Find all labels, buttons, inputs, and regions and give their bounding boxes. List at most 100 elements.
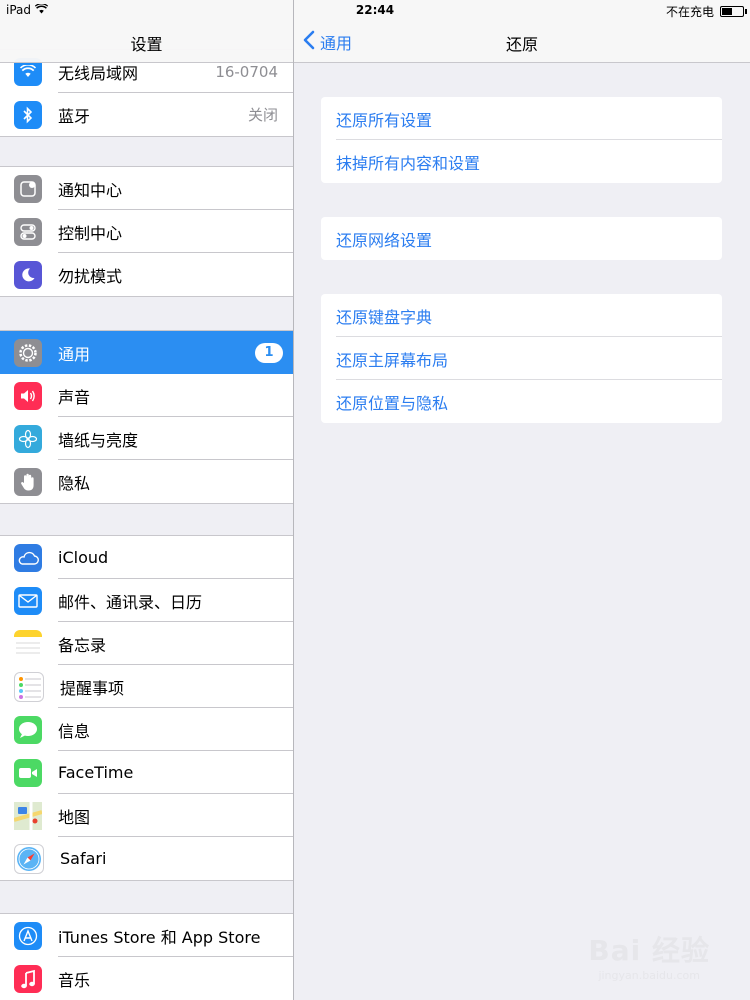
update-badge: 1 bbox=[255, 342, 283, 363]
reminders-icon-glyph bbox=[19, 676, 41, 699]
notification-center-icon-glyph bbox=[20, 180, 36, 197]
reset-option-label: 还原所有设置 bbox=[336, 110, 433, 130]
sidebar-item[interactable]: 邮件、通讯录、日历 bbox=[0, 579, 293, 622]
speaker-icon-glyph bbox=[21, 389, 35, 402]
music-icon-glyph bbox=[21, 969, 35, 988]
sidebar-item[interactable]: 通知中心 bbox=[0, 167, 293, 210]
reset-option-button[interactable]: 还原位置与隐私 bbox=[321, 380, 722, 423]
bluetooth-icon-glyph bbox=[23, 106, 33, 123]
sidebar-item-label: 提醒事项 bbox=[60, 678, 125, 698]
cloud-icon-glyph bbox=[18, 551, 39, 565]
sidebar-item[interactable]: 隐私 bbox=[0, 460, 293, 503]
control-center-icon-glyph bbox=[20, 223, 36, 240]
sidebar-item-label: FaceTime bbox=[58, 763, 134, 782]
flower-icon-glyph bbox=[18, 429, 38, 448]
sidebar-item[interactable]: 勿扰模式 bbox=[0, 253, 293, 296]
reset-option-button[interactable]: 抹掉所有内容和设置 bbox=[321, 140, 722, 183]
sidebar-item-label: 通知中心 bbox=[58, 180, 123, 200]
sidebar-item-label: 地图 bbox=[58, 807, 91, 827]
settings-sidebar[interactable]: 设置 无线局域网 16-0704 蓝牙 关闭通知中心控制中心勿扰模式通用 1 声音墙纸与亮… bbox=[0, 0, 294, 1000]
mail-icon-glyph bbox=[18, 593, 38, 608]
reset-option-group: 还原所有设置抹掉所有内容和设置 bbox=[321, 97, 722, 183]
sidebar-item[interactable]: 信息 bbox=[0, 708, 293, 751]
moon-icon-glyph bbox=[22, 267, 35, 281]
reset-option-label: 还原主屏幕布局 bbox=[336, 350, 449, 370]
reset-option-group: 还原网络设置 bbox=[321, 217, 722, 260]
sidebar-item[interactable]: 墙纸与亮度 bbox=[0, 417, 293, 460]
reset-option-label: 还原位置与隐私 bbox=[336, 393, 449, 413]
baidu-watermark: Bai 经验 jingyan.baidu.com bbox=[588, 929, 710, 982]
sidebar-item-label: 墙纸与亮度 bbox=[58, 430, 139, 450]
sidebar-item-label: 邮件、通讯录、日历 bbox=[58, 592, 203, 612]
music-icon bbox=[14, 964, 42, 993]
sidebar-item-label: 声音 bbox=[58, 387, 91, 407]
sidebar-item[interactable]: 备忘录 bbox=[0, 622, 293, 665]
app-store-icon-glyph bbox=[18, 926, 38, 945]
speaker-icon bbox=[14, 381, 42, 410]
detail-title: 还原 bbox=[505, 35, 538, 54]
sidebar-item[interactable]: 地图 bbox=[0, 794, 293, 837]
sidebar-title: 设置 bbox=[130, 35, 163, 54]
sidebar-item-label: 无线局域网 bbox=[58, 63, 139, 83]
wifi-icon-glyph bbox=[20, 65, 36, 77]
sidebar-item-label: Safari bbox=[60, 849, 107, 868]
sidebar-item[interactable]: 蓝牙 关闭 bbox=[0, 93, 293, 136]
messages-icon bbox=[14, 715, 42, 744]
flower-icon bbox=[14, 424, 42, 453]
sidebar-item[interactable]: iTunes Store 和 App Store bbox=[0, 914, 293, 957]
sidebar-item-label: iTunes Store 和 App Store bbox=[58, 927, 261, 947]
sidebar-item-label: 信息 bbox=[58, 721, 91, 741]
cloud-icon bbox=[14, 543, 42, 572]
settings-group: 通知中心控制中心勿扰模式 bbox=[0, 166, 293, 297]
watermark-brand: Bai 经验 bbox=[588, 934, 710, 967]
safari-icon-glyph bbox=[17, 846, 41, 871]
status-bar: iPad 22:44 不在充电 bbox=[0, 0, 750, 20]
reset-option-button[interactable]: 还原键盘字典 bbox=[321, 294, 722, 337]
gear-icon-glyph bbox=[19, 343, 37, 362]
notes-icon bbox=[14, 629, 42, 658]
reset-option-label: 还原键盘字典 bbox=[336, 307, 433, 327]
sidebar-item-label: 音乐 bbox=[58, 970, 91, 990]
reset-option-group: 还原键盘字典 还原主屏幕布局 还原位置与隐私 bbox=[321, 294, 722, 423]
sidebar-item-label: 备忘录 bbox=[58, 635, 107, 655]
charging-status: 不在充电 bbox=[665, 5, 714, 19]
facetime-icon-glyph bbox=[19, 767, 37, 778]
reset-option-button[interactable]: 还原所有设置 bbox=[321, 97, 722, 140]
sidebar-item[interactable]: FaceTime bbox=[0, 751, 293, 794]
gear-icon bbox=[14, 338, 42, 367]
sidebar-item[interactable]: 音乐 bbox=[0, 957, 293, 1000]
status-time: 22:44 bbox=[355, 3, 395, 17]
sidebar-item-label: 通用 bbox=[58, 344, 91, 364]
sidebar-item-value: 关闭 bbox=[247, 106, 278, 124]
notes-icon-glyph bbox=[14, 636, 42, 658]
settings-group: 通用 1 声音墙纸与亮度隐私 bbox=[0, 330, 293, 504]
reset-option-label: 抹掉所有内容和设置 bbox=[336, 153, 481, 173]
hand-icon bbox=[14, 467, 42, 496]
sidebar-item[interactable]: 声音 bbox=[0, 374, 293, 417]
maps-icon-glyph bbox=[14, 801, 42, 830]
sidebar-item-label: iCloud bbox=[58, 548, 109, 567]
sidebar-item[interactable]: Safari bbox=[0, 837, 293, 880]
moon-icon bbox=[14, 260, 42, 289]
reset-option-label: 还原网络设置 bbox=[336, 230, 433, 250]
safari-icon bbox=[14, 843, 44, 874]
reset-detail-pane: 通用 还原 还原所有设置 抹掉所有内容和设置 还原网络设置 还原键盘字典 还原主屏幕布局… bbox=[294, 0, 750, 1000]
reset-option-button[interactable]: 还原主屏幕布局 bbox=[321, 337, 722, 380]
sidebar-item-label: 控制中心 bbox=[58, 223, 123, 243]
reset-option-button[interactable]: 还原网络设置 bbox=[321, 217, 722, 260]
sidebar-item[interactable]: iCloud bbox=[0, 536, 293, 579]
sidebar-item[interactable]: 控制中心 bbox=[0, 210, 293, 253]
hand-icon-glyph bbox=[21, 473, 34, 490]
sidebar-item-label: 蓝牙 bbox=[58, 106, 91, 126]
mail-icon bbox=[14, 586, 42, 615]
watermark-url: jingyan.baidu.com bbox=[598, 969, 700, 982]
messages-icon-glyph bbox=[19, 721, 37, 738]
settings-group: iTunes Store 和 App Store 音乐 bbox=[0, 913, 293, 1000]
settings-group: iCloud 邮件、通讯录、日历 备忘录提醒事项信息 FaceTime 地图 Safari bbox=[0, 535, 293, 881]
sidebar-item-value: 16-0704 bbox=[215, 62, 278, 81]
sidebar-item-label: 隐私 bbox=[58, 473, 91, 493]
battery-icon bbox=[720, 6, 747, 17]
sidebar-item[interactable]: 提醒事项 bbox=[0, 665, 293, 708]
sidebar-item[interactable]: 通用 1 bbox=[0, 331, 293, 374]
app-store-icon bbox=[14, 921, 42, 950]
